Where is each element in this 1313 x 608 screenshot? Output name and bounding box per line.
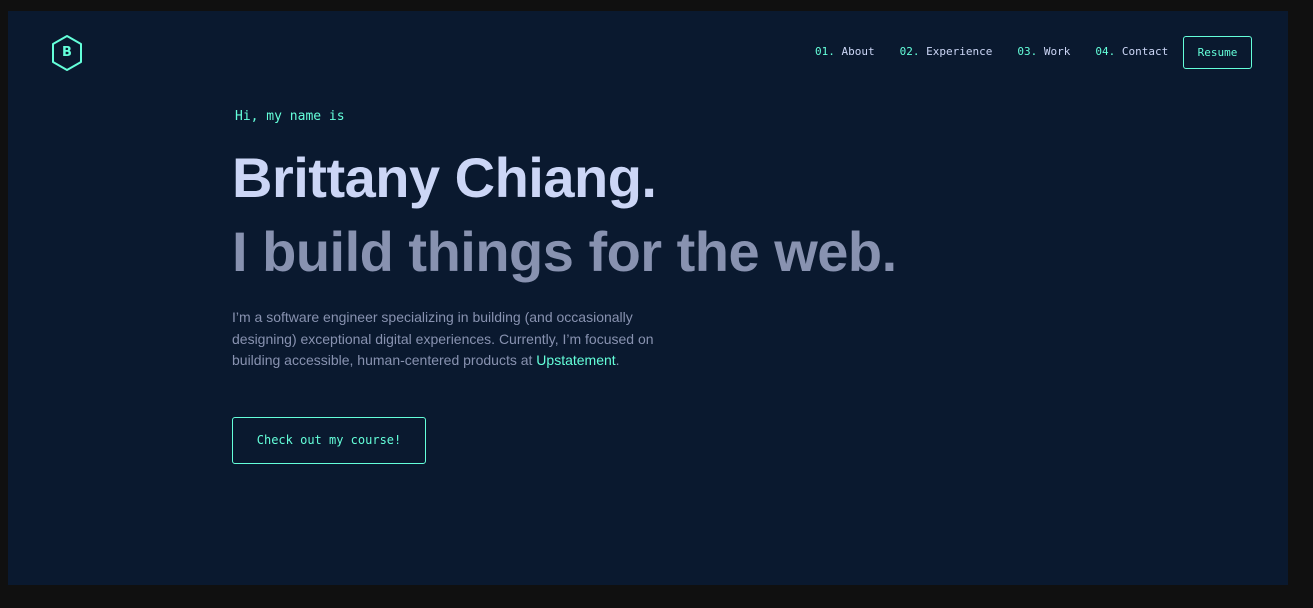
upstatement-link[interactable]: Upstatement xyxy=(536,352,615,368)
nav-item-about[interactable]: 01. About xyxy=(815,45,875,58)
page-frame: B 01. About 02. Experience 03. Work 04. … xyxy=(8,11,1288,585)
hero-name: Brittany Chiang. xyxy=(232,146,657,209)
hero-greeting: Hi, my name is xyxy=(235,109,345,124)
course-cta-button[interactable]: Check out my course! xyxy=(232,417,426,464)
nav-item-number: 02. xyxy=(899,45,920,58)
nav-item-number: 03. xyxy=(1017,45,1038,58)
nav-item-label: About xyxy=(841,45,875,58)
hero-tagline: I build things for the web. xyxy=(232,220,897,283)
logo-letter: B xyxy=(62,45,72,60)
nav-item-contact[interactable]: 04. Contact xyxy=(1095,45,1168,58)
nav-item-number: 01. xyxy=(815,45,835,58)
logo[interactable]: B xyxy=(50,34,84,72)
nav-item-number: 04. xyxy=(1095,45,1116,58)
nav-item-label: Work xyxy=(1043,45,1071,58)
main-nav: 01. About 02. Experience 03. Work 04. Co… xyxy=(815,45,1193,58)
nav-item-label: Contact xyxy=(1121,45,1169,58)
hero-intro: I’m a software engineer specializing in … xyxy=(232,307,692,372)
intro-text-end: . xyxy=(615,352,620,368)
nav-item-experience[interactable]: 02. Experience xyxy=(900,45,993,58)
nav-item-work[interactable]: 03. Work xyxy=(1017,45,1070,58)
nav-item-label: Experience xyxy=(926,45,993,58)
resume-button[interactable]: Resume xyxy=(1183,36,1252,69)
